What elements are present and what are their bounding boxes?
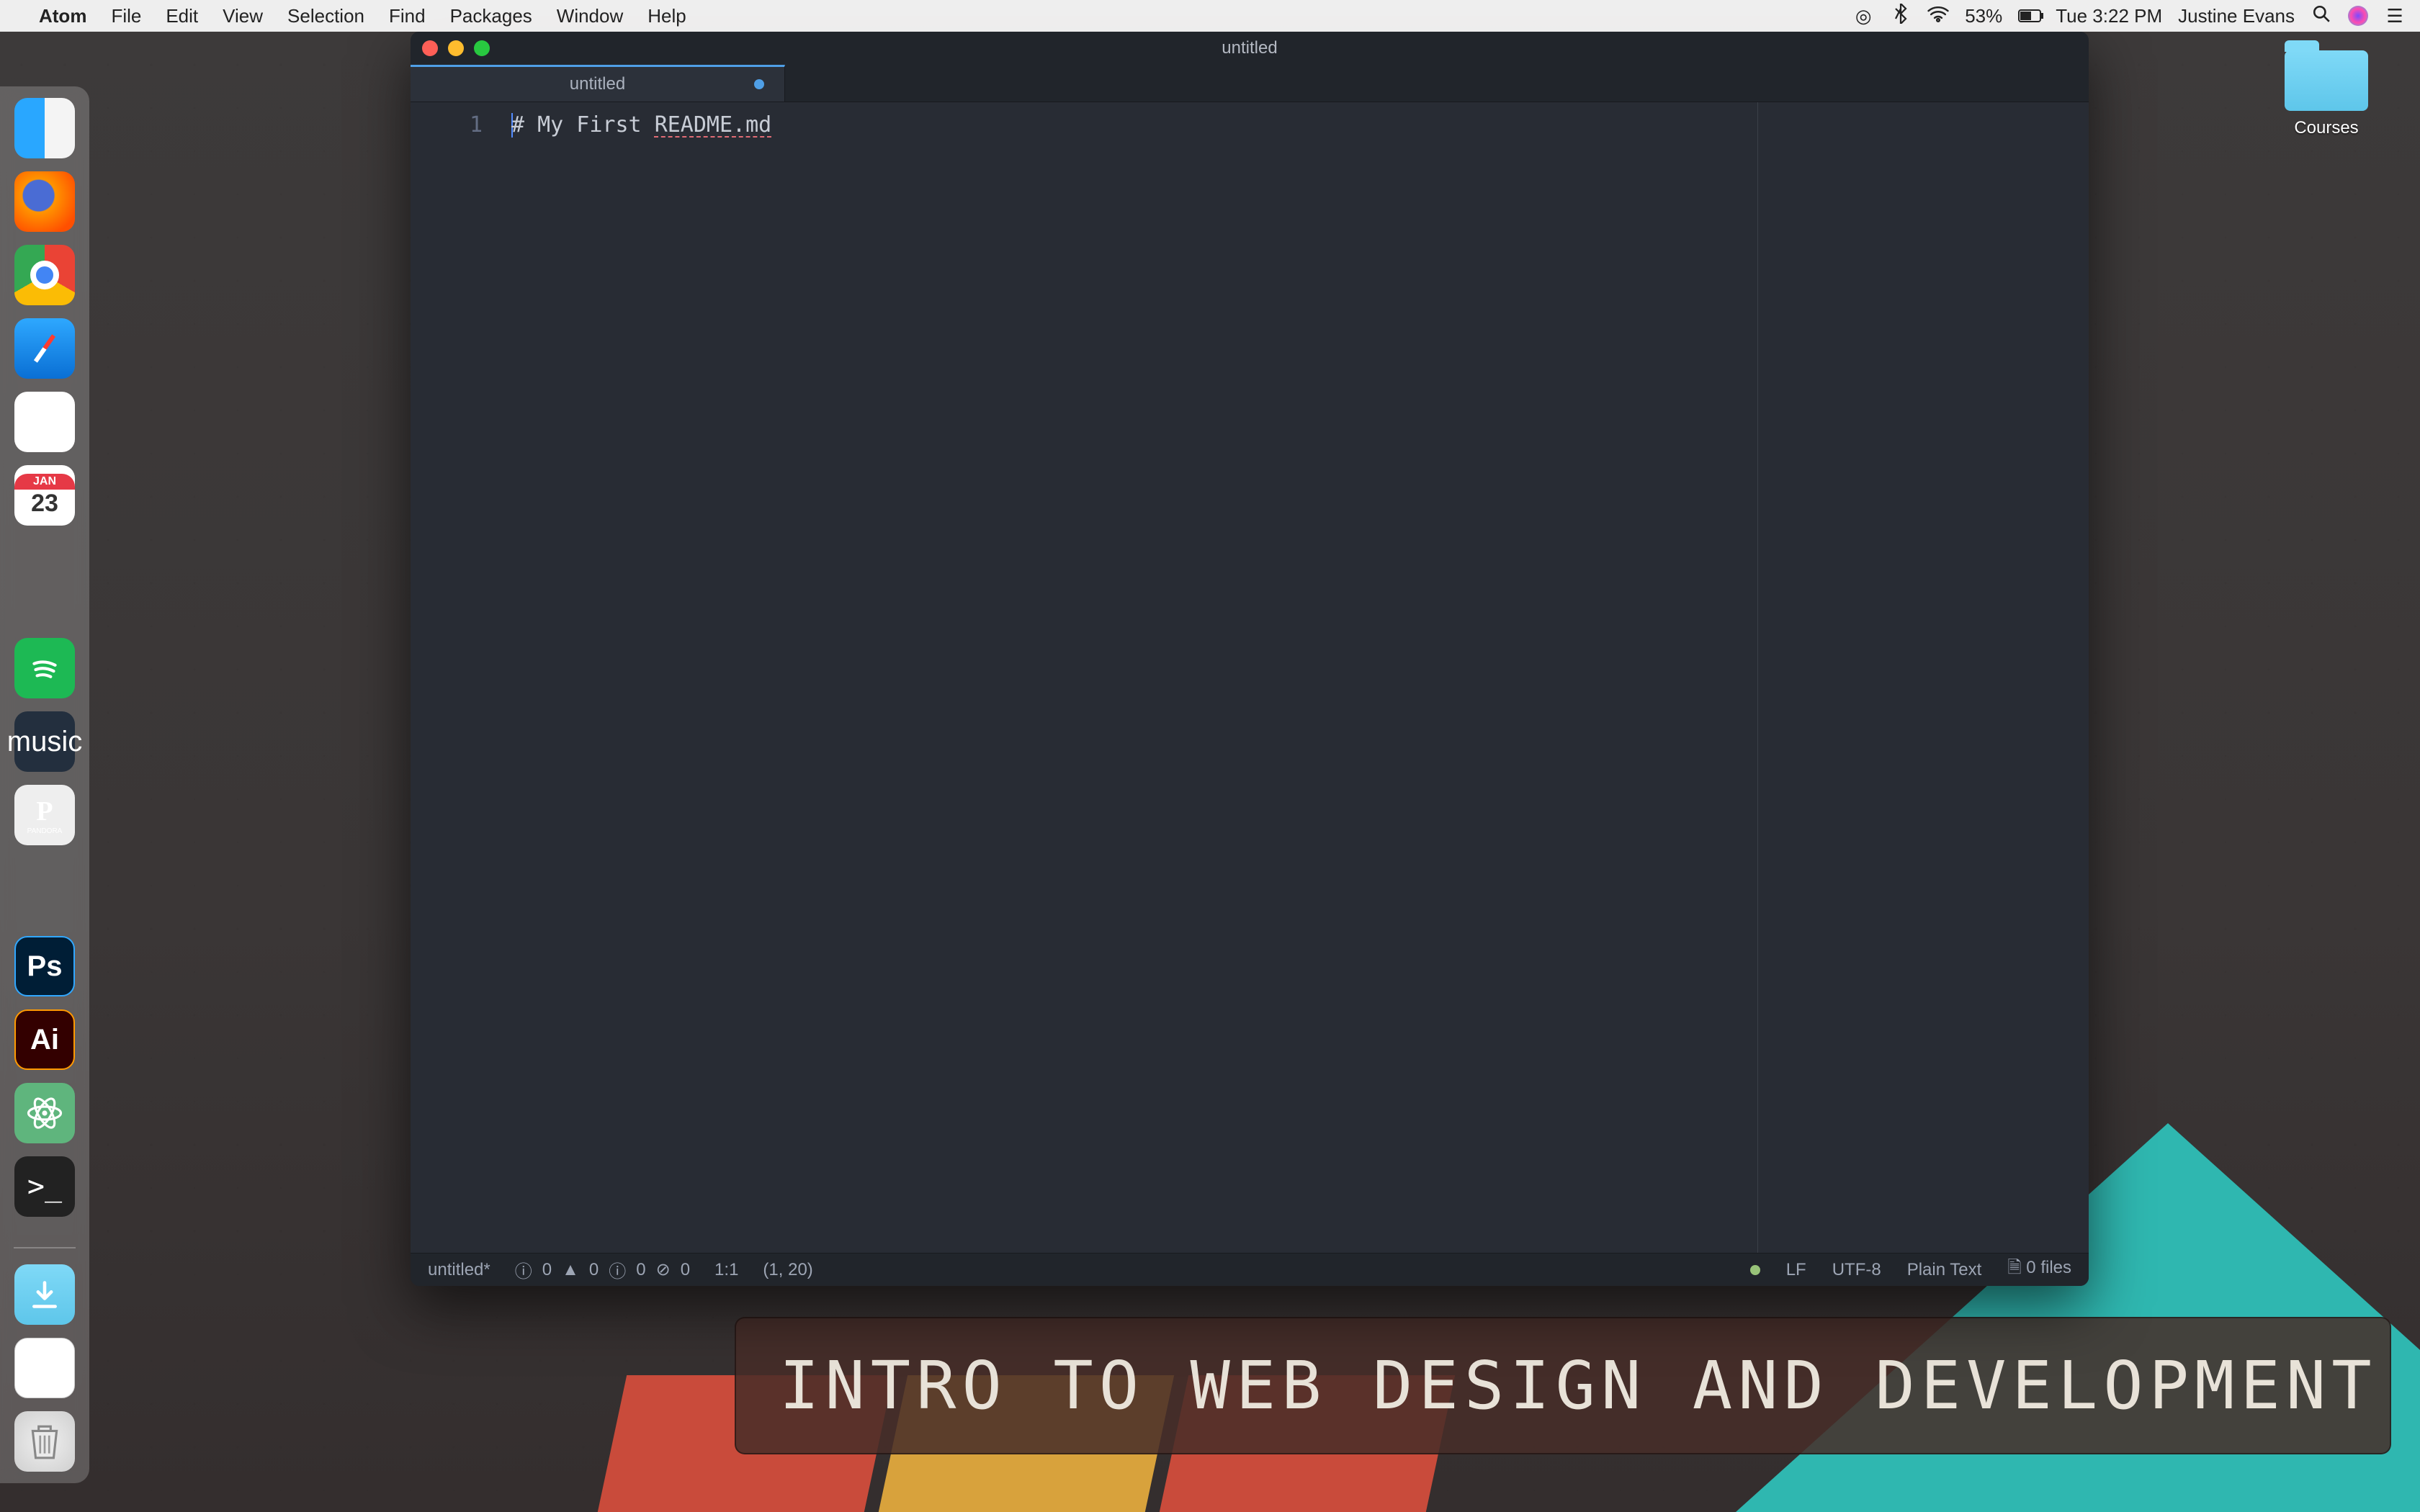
status-cursor-long[interactable]: (1, 20) <box>763 1260 812 1280</box>
editor-tab-untitled[interactable]: untitled <box>411 65 785 102</box>
file-icon: 🗎 <box>2007 1258 2021 1277</box>
dock-zip-file[interactable]: ZIP <box>14 1338 75 1398</box>
battery-icon[interactable] <box>2018 5 2040 27</box>
dock-spotify[interactable] <box>14 638 75 698</box>
battery-percent[interactable]: 53% <box>1965 5 2002 27</box>
dock-illustrator[interactable]: Ai <box>14 1009 75 1070</box>
dock-calendar[interactable]: JAN 23 <box>14 465 75 526</box>
dock-firefox[interactable] <box>14 171 75 232</box>
menu-packages[interactable]: Packages <box>450 5 532 27</box>
status-grammar[interactable]: Plain Text <box>1907 1260 1982 1280</box>
status-fuzzy-files[interactable]: 🗎 0 files <box>2007 1255 2071 1284</box>
folder-icon <box>2285 50 2368 111</box>
calendar-month: JAN <box>14 474 75 490</box>
dock-terminal[interactable]: >_ <box>14 1156 75 1217</box>
bluetooth-icon[interactable] <box>1890 4 1912 29</box>
status-cursor-short[interactable]: 1:1 <box>714 1260 738 1280</box>
code-line-1: # My First README.md <box>511 112 2089 138</box>
course-title-overlay: INTRO TO WEB DESIGN AND DEVELOPMENT <box>735 1317 2391 1454</box>
macos-dock: S JAN 23 music P PANDORA Ps Ai >_ ZIP <box>0 86 89 1483</box>
macos-menubar: Atom File Edit View Selection Find Packa… <box>0 0 2420 32</box>
menu-selection[interactable]: Selection <box>287 5 364 27</box>
status-diagnostics[interactable]: ⓘ0 ▲0 ⓘ0 ⊘0 <box>515 1257 690 1282</box>
code-area[interactable]: # My First README.md <box>511 102 2089 1253</box>
dock-downloads[interactable] <box>14 1264 75 1325</box>
info-icon: ⓘ <box>609 1257 626 1282</box>
menu-find[interactable]: Find <box>389 5 426 27</box>
dock-amazon-music[interactable]: music <box>14 711 75 772</box>
desktop-folder-label: Courses <box>2276 117 2377 140</box>
app-menu[interactable]: Atom <box>39 5 86 27</box>
dock-photoshop[interactable]: Ps <box>14 936 75 996</box>
calendar-day: 23 <box>31 490 58 518</box>
wrap-guide <box>1757 102 1758 1253</box>
siri-icon[interactable] <box>2348 6 2368 26</box>
status-encoding[interactable]: UTF-8 <box>1832 1260 1881 1280</box>
notification-center-icon[interactable]: ☰ <box>2384 5 2406 27</box>
status-filename[interactable]: untitled* <box>428 1260 490 1280</box>
status-bar: untitled* ⓘ0 ▲0 ⓘ0 ⊘0 1:1 (1, 20) LF UTF… <box>411 1253 2089 1286</box>
menu-edit[interactable]: Edit <box>166 5 198 27</box>
tab-label: untitled <box>570 74 625 94</box>
desktop-folder-courses[interactable]: Courses <box>2276 50 2377 140</box>
dock-separator <box>14 1247 76 1248</box>
menu-help[interactable]: Help <box>647 5 686 27</box>
course-title-text: INTRO TO WEB DESIGN AND DEVELOPMENT <box>779 1347 2378 1424</box>
wifi-icon[interactable] <box>1927 5 1949 27</box>
dock-trash[interactable] <box>14 1411 75 1472</box>
dock-finder[interactable] <box>14 98 75 158</box>
menu-window[interactable]: Window <box>557 5 623 27</box>
tab-modified-dot-icon <box>754 79 764 89</box>
menu-extra-icon[interactable]: ◎ <box>1852 5 1874 27</box>
menubar-clock[interactable]: Tue 3:22 PM <box>2056 5 2162 27</box>
window-titlebar[interactable]: untitled <box>411 32 2089 65</box>
window-title: untitled <box>411 38 2089 58</box>
menubar-user[interactable]: Justine Evans <box>2178 5 2295 27</box>
error-icon: ⊘ <box>656 1259 671 1280</box>
dock-chrome[interactable] <box>14 245 75 305</box>
spotlight-icon[interactable] <box>2311 4 2332 28</box>
atom-window: untitled untitled 1 # My First README.md… <box>411 32 2089 1286</box>
dock-slack[interactable]: S <box>14 392 75 452</box>
text-editor[interactable]: 1 # My First README.md <box>411 102 2089 1253</box>
dock-atom[interactable] <box>14 1083 75 1143</box>
menu-file[interactable]: File <box>111 5 141 27</box>
info-icon: ⓘ <box>515 1257 532 1282</box>
warning-icon: ▲ <box>562 1260 579 1280</box>
dock-pandora[interactable]: P PANDORA <box>14 785 75 845</box>
gutter-line-1: 1 <box>411 112 483 138</box>
dock-safari[interactable] <box>14 318 75 379</box>
editor-tabbar: untitled <box>411 65 2089 102</box>
menu-view[interactable]: View <box>223 5 263 27</box>
line-gutter: 1 <box>411 102 511 1253</box>
git-status-dot-icon[interactable] <box>1750 1265 1760 1275</box>
status-eol[interactable]: LF <box>1786 1260 1806 1280</box>
